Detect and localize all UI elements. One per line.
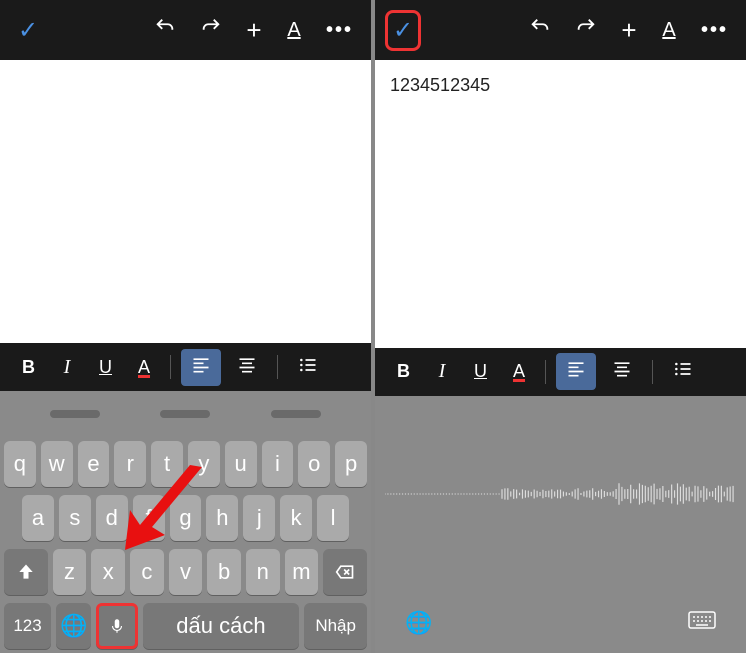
underline-button[interactable]: U (89, 351, 122, 384)
text-color-button[interactable]: A (128, 351, 160, 384)
align-center-button[interactable] (602, 353, 642, 390)
more-icon[interactable]: ••• (693, 11, 736, 50)
redo-icon[interactable] (192, 8, 230, 52)
keyboard-icon[interactable] (688, 611, 716, 636)
mic-key[interactable] (96, 603, 137, 649)
key-z[interactable]: z (53, 549, 87, 595)
more-icon[interactable]: ••• (318, 11, 361, 50)
align-center-button[interactable] (227, 349, 267, 386)
add-icon[interactable]: + (238, 7, 270, 54)
key-a[interactable]: a (22, 495, 54, 541)
key-c[interactable]: c (130, 549, 164, 595)
italic-button[interactable]: I (426, 354, 458, 389)
key-r[interactable]: r (114, 441, 146, 487)
key-row-3: zxcvbnm (0, 545, 371, 599)
key-v[interactable]: v (169, 549, 203, 595)
text-format-icon[interactable]: A (653, 11, 685, 50)
key-y[interactable]: y (188, 441, 220, 487)
key-k[interactable]: k (280, 495, 312, 541)
backspace-key[interactable] (323, 549, 367, 595)
key-p[interactable]: p (335, 441, 367, 487)
key-o[interactable]: o (298, 441, 330, 487)
key-row-1: qwertyuiop (0, 437, 371, 491)
document-area[interactable]: 1234512345 (375, 60, 746, 348)
align-left-button[interactable] (556, 353, 596, 390)
format-bar: B I U A (375, 348, 746, 396)
space-key[interactable]: dấu cách (143, 603, 300, 649)
key-u[interactable]: u (225, 441, 257, 487)
italic-button[interactable]: I (51, 350, 83, 385)
right-pane: ✓ + A ••• 1234512345 B I U A 🌐 (375, 0, 746, 653)
key-l[interactable]: l (317, 495, 349, 541)
key-row-2: asdfghjkl (0, 491, 371, 545)
key-n[interactable]: n (246, 549, 280, 595)
undo-icon[interactable] (146, 8, 184, 52)
text-format-icon[interactable]: A (278, 11, 310, 50)
globe-icon[interactable]: 🌐 (405, 610, 432, 636)
key-i[interactable]: i (262, 441, 294, 487)
key-m[interactable]: m (285, 549, 319, 595)
underline-button[interactable]: U (464, 355, 497, 388)
enter-key[interactable]: Nhập (304, 603, 367, 649)
voice-input-panel: 🌐 (375, 396, 746, 653)
document-area[interactable] (0, 60, 371, 343)
key-x[interactable]: x (91, 549, 125, 595)
bold-button[interactable]: B (387, 355, 420, 388)
bold-button[interactable]: B (12, 351, 45, 384)
key-h[interactable]: h (206, 495, 238, 541)
format-bar: B I U A (0, 343, 371, 391)
done-check-icon[interactable]: ✓ (10, 10, 46, 51)
topbar: ✓ + A ••• (375, 0, 746, 60)
list-button[interactable] (288, 349, 328, 386)
key-row-4: 123 🌐 dấu cách Nhập (0, 599, 371, 653)
keyboard: qwertyuiop asdfghjkl zxcvbnm 123 🌐 dấu c… (0, 391, 371, 653)
list-button[interactable] (663, 353, 703, 390)
key-q[interactable]: q (4, 441, 36, 487)
voice-bottom-bar: 🌐 (375, 593, 746, 653)
key-f[interactable]: f (133, 495, 165, 541)
add-icon[interactable]: + (613, 7, 645, 54)
key-g[interactable]: g (170, 495, 202, 541)
key-e[interactable]: e (78, 441, 110, 487)
key-t[interactable]: t (151, 441, 183, 487)
left-pane: ✓ + A ••• B I U A qwertyuiop asdfghjkl z… (0, 0, 371, 653)
key-d[interactable]: d (96, 495, 128, 541)
done-check-icon[interactable]: ✓ (385, 10, 421, 51)
numbers-key[interactable]: 123 (4, 603, 51, 649)
undo-icon[interactable] (521, 8, 559, 52)
key-w[interactable]: w (41, 441, 73, 487)
text-color-button[interactable]: A (503, 355, 535, 388)
topbar: ✓ + A ••• (0, 0, 371, 60)
redo-icon[interactable] (567, 8, 605, 52)
suggestion-bar (0, 391, 371, 437)
key-s[interactable]: s (59, 495, 91, 541)
key-j[interactable]: j (243, 495, 275, 541)
waveform (375, 396, 746, 594)
key-b[interactable]: b (207, 549, 241, 595)
globe-key[interactable]: 🌐 (56, 603, 91, 649)
align-left-button[interactable] (181, 349, 221, 386)
shift-key[interactable] (4, 549, 48, 595)
